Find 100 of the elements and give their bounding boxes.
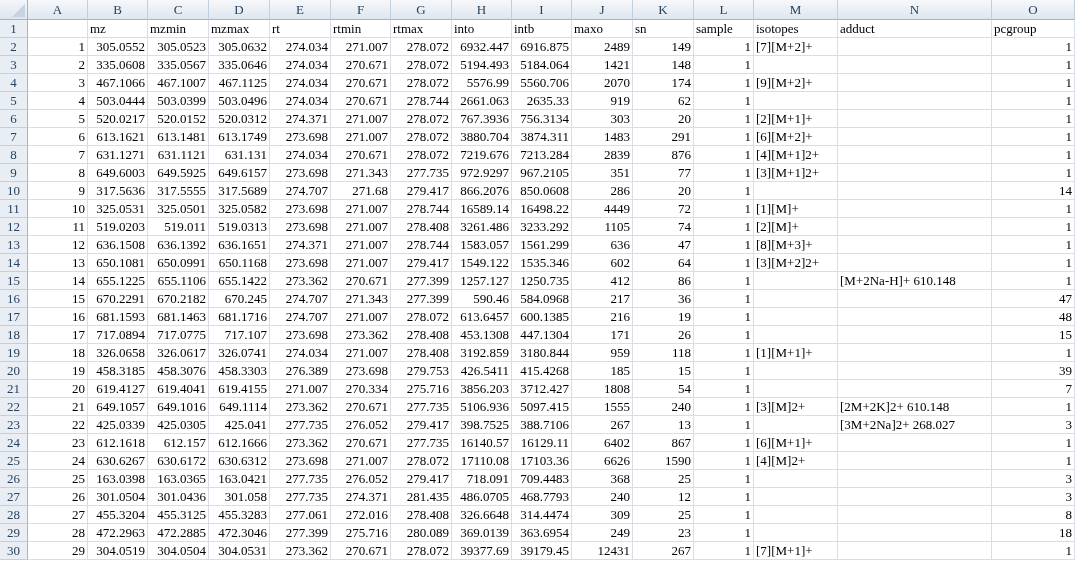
table-cell: 301.0436: [148, 488, 209, 506]
row-header[interactable]: 4: [0, 74, 28, 92]
table-cell: 1808: [572, 380, 633, 398]
table-cell: 29: [28, 542, 88, 560]
table-cell: 636.1392: [148, 236, 209, 254]
table-cell: 25: [28, 470, 88, 488]
table-cell: 1: [992, 164, 1075, 182]
table-cell: 149: [633, 38, 694, 56]
table-cell: 303: [572, 110, 633, 128]
row-header[interactable]: 27: [0, 488, 28, 506]
column-header[interactable]: I: [512, 0, 572, 20]
row-header[interactable]: 13: [0, 236, 28, 254]
row-header[interactable]: 16: [0, 290, 28, 308]
table-cell: 467.1125: [209, 74, 270, 92]
table-cell: [7][M+1]+: [754, 542, 838, 560]
table-cell: 5194.493: [452, 56, 512, 74]
table-cell: 10: [28, 200, 88, 218]
column-header[interactable]: O: [992, 0, 1075, 20]
table-cell: 273.698: [270, 164, 331, 182]
table-cell: 271.343: [331, 164, 391, 182]
table-cell: 18: [992, 524, 1075, 542]
table-cell: 305.0632: [209, 38, 270, 56]
row-header[interactable]: 18: [0, 326, 28, 344]
table-cell: 270.671: [331, 146, 391, 164]
table-cell: 1: [992, 452, 1075, 470]
row-header[interactable]: 30: [0, 542, 28, 560]
row-header[interactable]: 3: [0, 56, 28, 74]
row-header[interactable]: 6: [0, 110, 28, 128]
table-cell: 26: [28, 488, 88, 506]
column-header[interactable]: G: [391, 0, 452, 20]
table-cell: 1: [992, 56, 1075, 74]
row-header[interactable]: 20: [0, 362, 28, 380]
table-cell: 619.4155: [209, 380, 270, 398]
table-cell: 163.0421: [209, 470, 270, 488]
table-cell: 3: [992, 470, 1075, 488]
column-header[interactable]: D: [209, 0, 270, 20]
table-cell: 274.034: [270, 92, 331, 110]
table-cell: [M+2Na-H]+ 610.148: [838, 272, 992, 290]
table-cell: 1421: [572, 56, 633, 74]
table-cell: 148: [633, 56, 694, 74]
table-cell: 1: [694, 236, 754, 254]
row-header[interactable]: 1: [0, 20, 28, 38]
row-header[interactable]: 23: [0, 416, 28, 434]
row-header[interactable]: 24: [0, 434, 28, 452]
row-header[interactable]: 26: [0, 470, 28, 488]
table-cell: 1549.122: [452, 254, 512, 272]
table-cell: 304.0519: [88, 542, 148, 560]
table-cell: intb: [512, 20, 572, 38]
column-header[interactable]: M: [754, 0, 838, 20]
row-header[interactable]: 29: [0, 524, 28, 542]
table-cell: 1257.127: [452, 272, 512, 290]
row-header[interactable]: 19: [0, 344, 28, 362]
row-header[interactable]: 2: [0, 38, 28, 56]
table-cell: 273.698: [270, 254, 331, 272]
table-cell: 458.3303: [209, 362, 270, 380]
table-cell: [3][M]2+: [754, 398, 838, 416]
table-cell: 271.007: [331, 110, 391, 128]
column-header[interactable]: L: [694, 0, 754, 20]
table-cell: 6: [28, 128, 88, 146]
table-cell: 270.671: [331, 542, 391, 560]
table-cell: 1: [694, 92, 754, 110]
column-header[interactable]: F: [331, 0, 391, 20]
table-cell: 455.3204: [88, 506, 148, 524]
column-header[interactable]: H: [452, 0, 512, 20]
row-header[interactable]: 12: [0, 218, 28, 236]
table-cell: 274.034: [270, 38, 331, 56]
row-header[interactable]: 14: [0, 254, 28, 272]
table-cell: 1: [992, 254, 1075, 272]
table-cell: 3180.844: [512, 344, 572, 362]
row-header[interactable]: 22: [0, 398, 28, 416]
table-cell: 36: [633, 290, 694, 308]
table-cell: 20: [633, 182, 694, 200]
row-header[interactable]: 15: [0, 272, 28, 290]
column-header[interactable]: E: [270, 0, 331, 20]
row-header[interactable]: 28: [0, 506, 28, 524]
column-header[interactable]: K: [633, 0, 694, 20]
table-cell: 519.0313: [209, 218, 270, 236]
row-header[interactable]: 11: [0, 200, 28, 218]
row-header[interactable]: 10: [0, 182, 28, 200]
row-header[interactable]: 21: [0, 380, 28, 398]
column-header[interactable]: N: [838, 0, 992, 20]
table-cell: [1][M]+: [754, 200, 838, 218]
column-header[interactable]: C: [148, 0, 209, 20]
row-header[interactable]: 5: [0, 92, 28, 110]
row-header[interactable]: 17: [0, 308, 28, 326]
table-cell: 967.2105: [512, 164, 572, 182]
table-cell: 415.4268: [512, 362, 572, 380]
table-cell: 1535.346: [512, 254, 572, 272]
column-header[interactable]: B: [88, 0, 148, 20]
row-header[interactable]: 8: [0, 146, 28, 164]
row-header[interactable]: 25: [0, 452, 28, 470]
table-cell: 278.072: [391, 110, 452, 128]
row-header[interactable]: 9: [0, 164, 28, 182]
table-cell: 276.052: [331, 416, 391, 434]
table-cell: 649.6157: [209, 164, 270, 182]
row-header[interactable]: 7: [0, 128, 28, 146]
column-header[interactable]: A: [28, 0, 88, 20]
table-cell: 273.698: [331, 362, 391, 380]
table-cell: [9][M+2]+: [754, 74, 838, 92]
column-header[interactable]: J: [572, 0, 633, 20]
